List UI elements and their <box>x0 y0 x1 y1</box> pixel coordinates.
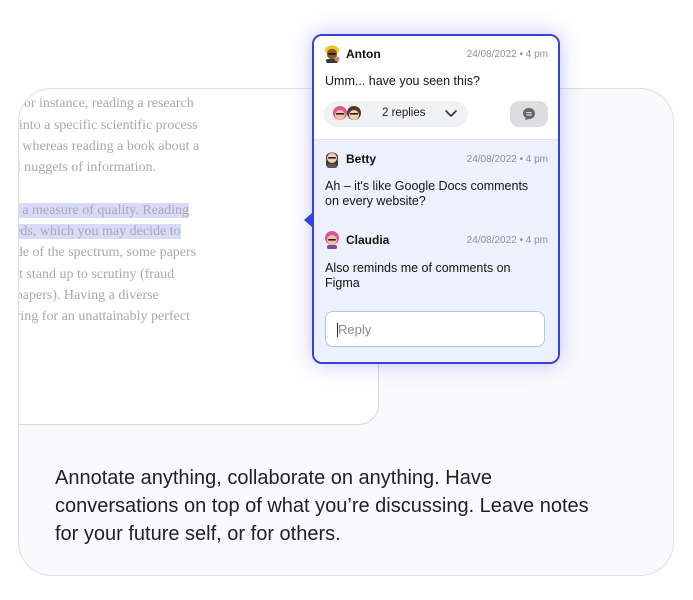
document-line-text: hed papers). Having a diverse <box>18 287 159 303</box>
comment-thread-popover: Anton 24/08/2022 • 4 pm Umm... have you … <box>312 34 560 364</box>
document-line-text: quality content. The format <box>19 89 145 90</box>
root-comment-author: Anton <box>346 47 381 61</box>
claudia-avatar-icon <box>325 231 339 249</box>
document-line-text: y seeds, which you may decide to <box>19 224 181 240</box>
replies-toggle[interactable]: 2 replies <box>324 101 468 127</box>
root-comment: Anton 24/08/2022 • 4 pm Umm... have you … <box>314 36 558 139</box>
document-line-text: er side of the spectrum, some papers <box>19 245 197 261</box>
reply-author: Claudia <box>346 233 390 247</box>
root-comment-text: Umm... have you seen this? <box>325 74 480 88</box>
reply-timestamp: 24/08/2022 • 4 pm <box>466 153 548 165</box>
chevron-down-icon <box>445 110 457 117</box>
document-line-text: rce. For instance, reading a research <box>18 96 194 112</box>
document-line-text: don't stand up to scrutiny (fraud <box>19 266 175 282</box>
reply-input[interactable] <box>325 311 545 347</box>
replies-count-label: 2 replies <box>382 107 426 119</box>
root-comment-header: Anton 24/08/2022 • 4 pm <box>324 44 548 64</box>
root-comment-timestamp: 24/08/2022 • 4 pm <box>466 48 548 60</box>
document-line-text: striving for an unattainably perfect <box>19 309 190 325</box>
reply-timestamp: 24/08/2022 • 4 pm <box>466 234 548 246</box>
document-line-text: ghts into a specific scientific process <box>18 117 198 133</box>
betty-avatar-icon <box>326 152 338 168</box>
reply-text: Also reminds me of comments on Figma <box>325 261 511 290</box>
document-line-text: s not a measure of quality. Reading <box>19 202 189 218</box>
reply-header: Claudia 24/08/2022 • 4 pm <box>324 230 548 250</box>
reply-author: Betty <box>346 152 377 166</box>
text-cursor <box>337 323 338 337</box>
reply-text: Ah – it's like Google Docs comments on e… <box>325 179 529 208</box>
document-line-text: ings, whereas reading a book about a <box>22 138 200 154</box>
reply-header: Betty 24/08/2022 • 4 pm <box>324 149 548 169</box>
feature-description: Annotate anything, collaborate on anythi… <box>55 467 589 545</box>
anton-avatar-icon <box>325 45 340 63</box>
popover-pointer <box>304 213 312 227</box>
chat-button[interactable] <box>510 101 548 127</box>
replies-avatars-icon <box>333 106 361 120</box>
chat-bubble-icon <box>523 108 535 120</box>
document-line-text: ficial nuggets of information. <box>19 160 157 176</box>
